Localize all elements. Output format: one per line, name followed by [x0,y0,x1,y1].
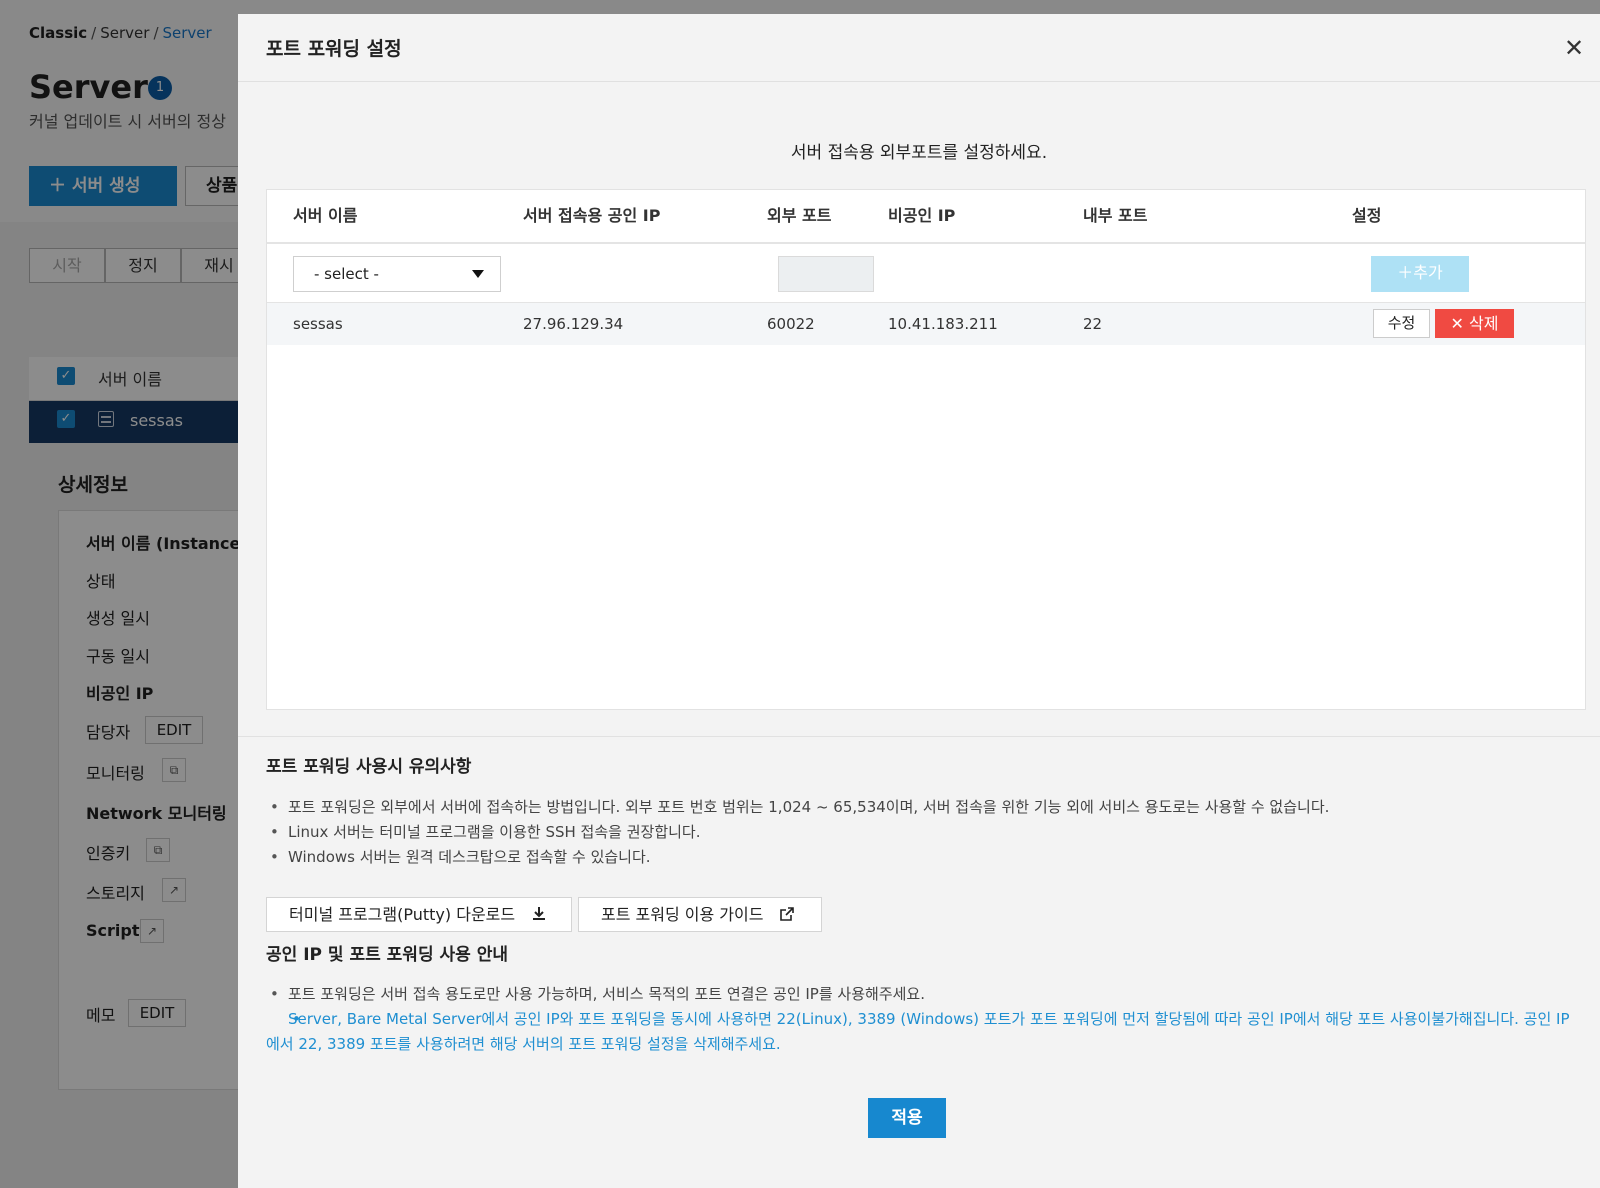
column-header-internal-port: 내부 포트 [1083,206,1148,225]
putty-download-label: 터미널 프로그램(Putty) 다운로드 [289,905,516,924]
notes-list: 포트 포워딩은 외부에서 서버에 접속하는 방법입니다. 외부 포트 번호 범위… [266,795,1576,870]
list-item: 포트 포워딩은 외부에서 서버에 접속하는 방법입니다. 외부 포트 번호 범위… [266,795,1576,820]
cell-public-ip: 27.96.129.34 [523,315,624,333]
column-header-external-port: 외부 포트 [767,206,832,225]
list-item: Linux 서버는 터미널 프로그램을 이용한 SSH 접속을 권장합니다. [266,820,1576,845]
table-row: sessas 27.96.129.34 60022 10.41.183.211 … [267,303,1585,345]
port-forwarding-modal: 포트 포워딩 설정 ✕ 서버 접속용 외부포트를 설정하세요. 서버 이름 서버… [238,14,1600,1188]
column-header-public-ip: 서버 접속용 공인 IP [523,206,661,225]
header-divider [267,242,1585,244]
external-link-icon [779,907,794,921]
putty-download-button[interactable]: 터미널 프로그램(Putty) 다운로드 [266,897,572,932]
list-item: Windows 서버는 원격 데스크탑으로 접속할 수 있습니다. [266,845,1576,870]
edit-row-button[interactable]: 수정 [1373,309,1430,338]
public-ip-list: 포트 포워딩은 서버 접속 용도로만 사용 가능하며, 서비스 목적의 포트 연… [266,982,1576,1057]
cell-internal-port: 22 [1083,315,1103,333]
column-header-private-ip: 비공인 IP [888,206,956,225]
external-port-input[interactable] [778,256,874,292]
column-header-server-name: 서버 이름 [293,206,358,225]
download-icon [533,907,546,920]
section-divider [238,736,1600,737]
server-select[interactable]: - select - [293,256,501,292]
cell-external-port: 60022 [767,315,815,333]
modal-title: 포트 포워딩 설정 [266,38,402,60]
public-ip-title: 공인 IP 및 포트 포워딩 사용 안내 [266,945,508,965]
delete-row-button[interactable]: ✕ 삭제 [1435,309,1514,338]
column-header-settings: 설정 [1352,206,1382,225]
caret-down-icon [472,270,484,278]
list-item-warning: Server, Bare Metal Server에서 공인 IP와 포트 포워… [266,1007,1576,1057]
add-button[interactable]: ＋추가 [1371,256,1469,292]
cell-server-name: sessas [293,315,343,333]
close-icon[interactable]: ✕ [1562,36,1586,60]
server-select-value: - select - [314,265,379,283]
apply-button[interactable]: 적용 [868,1098,946,1138]
modal-header: 포트 포워딩 설정 ✕ [238,14,1600,82]
list-item: 포트 포워딩은 서버 접속 용도로만 사용 가능하며, 서비스 목적의 포트 연… [266,982,1576,1007]
cell-private-ip: 10.41.183.211 [888,315,998,333]
notes-title: 포트 포워딩 사용시 유의사항 [266,757,472,777]
port-forwarding-guide-label: 포트 포워딩 이용 가이드 [601,905,764,924]
instruction-text: 서버 접속용 외부포트를 설정하세요. [790,143,1048,163]
port-forwarding-table: 서버 이름 서버 접속용 공인 IP 외부 포트 비공인 IP 내부 포트 설정… [266,189,1586,710]
port-forwarding-guide-button[interactable]: 포트 포워딩 이용 가이드 [578,897,822,932]
